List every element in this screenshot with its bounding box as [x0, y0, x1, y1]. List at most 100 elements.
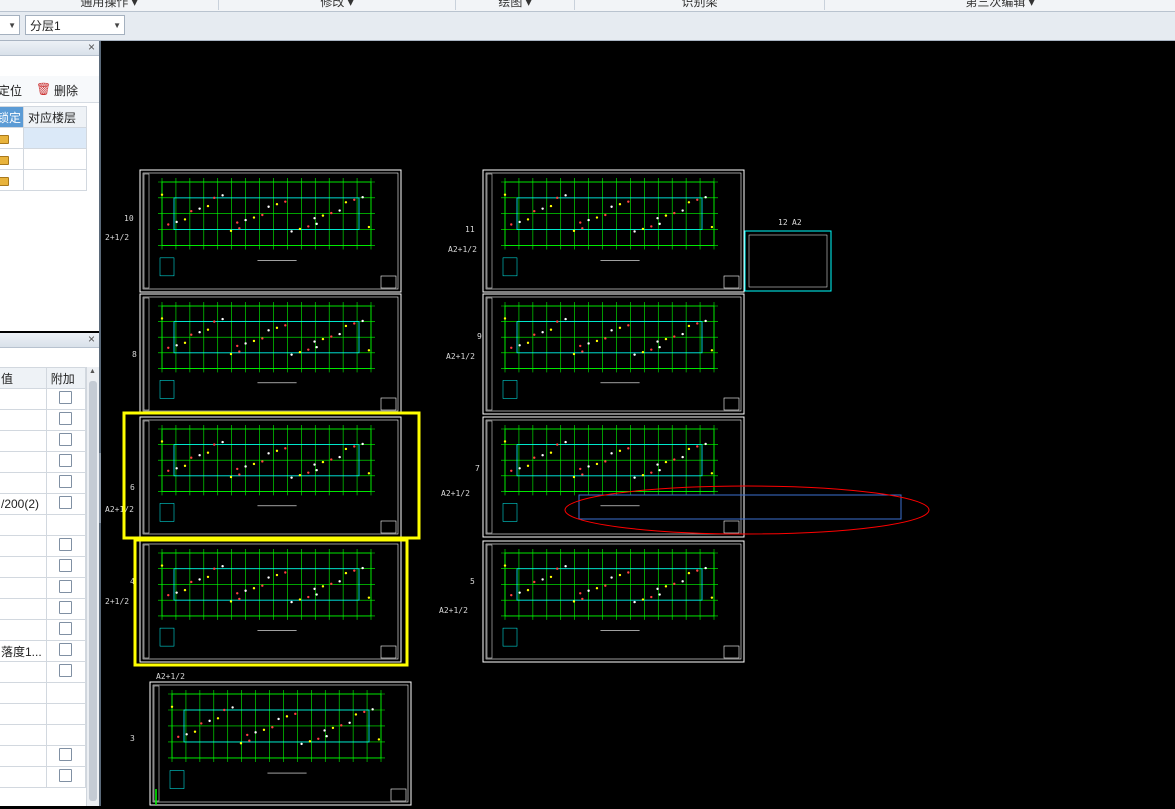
value-cell[interactable] [0, 766, 47, 788]
extra-cell[interactable] [45, 766, 86, 788]
table-row[interactable] [0, 451, 86, 473]
extra-checkbox[interactable] [59, 559, 73, 572]
extra-cell[interactable] [45, 577, 86, 599]
floor-cell[interactable] [23, 169, 88, 191]
table-row[interactable] [0, 430, 86, 452]
table-row[interactable] [0, 619, 86, 641]
table-row[interactable]: 落度1... [0, 640, 86, 662]
close-icon[interactable]: × [88, 333, 95, 346]
value-cell[interactable] [0, 409, 47, 431]
extra-checkbox[interactable] [59, 580, 73, 593]
table-row[interactable]: /200(2) [0, 493, 86, 515]
floor-cell[interactable] [23, 148, 88, 170]
extra-checkbox[interactable] [59, 769, 73, 782]
extra-cell[interactable] [45, 724, 86, 746]
value-cell[interactable] [0, 556, 47, 578]
lock-cell[interactable] [0, 127, 25, 149]
extra-checkbox[interactable] [59, 601, 73, 614]
extra-checkbox[interactable] [59, 538, 73, 551]
table-row[interactable] [0, 127, 88, 149]
table-row[interactable] [0, 598, 86, 620]
header-extra[interactable]: 附加 [45, 367, 86, 389]
vertical-scrollbar[interactable]: ▲ [86, 367, 99, 806]
cad-drawing[interactable]: 102+1/286A2+1/242+1/23A2+1/211A2+1/29A2+… [101, 41, 1175, 806]
extra-checkbox[interactable] [59, 454, 73, 467]
extra-cell[interactable] [45, 745, 86, 767]
extra-cell[interactable] [45, 556, 86, 578]
table-row[interactable] [0, 148, 88, 170]
close-icon[interactable]: × [88, 41, 95, 54]
value-cell[interactable] [0, 619, 47, 641]
extra-checkbox[interactable] [59, 748, 73, 761]
value-cell[interactable] [0, 745, 47, 767]
extra-cell[interactable] [45, 472, 86, 494]
extra-cell[interactable] [45, 619, 86, 641]
value-cell[interactable] [0, 577, 47, 599]
extra-checkbox[interactable] [59, 391, 73, 404]
value-cell[interactable] [0, 535, 47, 557]
extra-checkbox[interactable] [59, 622, 73, 635]
lock-cell[interactable] [0, 169, 25, 191]
value-cell[interactable]: 落度1... [0, 640, 47, 662]
delete-button[interactable]: 删除 [54, 82, 78, 99]
table-row[interactable] [0, 766, 86, 788]
extra-cell[interactable] [45, 451, 86, 473]
menu-modify[interactable]: 修改 ▾ [219, 0, 456, 10]
menu-draw[interactable]: 绘图 ▾ [456, 0, 575, 10]
value-cell[interactable] [0, 430, 47, 452]
extra-checkbox[interactable] [59, 496, 73, 509]
table-row[interactable] [0, 556, 86, 578]
layer-dropdown[interactable]: 分层1 ▼ [25, 15, 125, 35]
table-row[interactable] [0, 472, 86, 494]
value-cell[interactable] [0, 472, 47, 494]
scroll-up-icon[interactable]: ▲ [89, 368, 96, 375]
extra-cell[interactable] [45, 388, 86, 410]
floor-cell[interactable] [23, 127, 88, 149]
extra-cell[interactable] [45, 535, 86, 557]
extra-cell[interactable] [45, 430, 86, 452]
extra-checkbox[interactable] [59, 643, 73, 656]
table-row[interactable] [0, 169, 88, 191]
value-cell[interactable] [0, 661, 47, 683]
locate-button[interactable]: 定位 [0, 82, 22, 99]
table-row[interactable] [0, 745, 86, 767]
value-cell[interactable] [0, 451, 47, 473]
extra-cell[interactable] [45, 640, 86, 662]
table-row[interactable] [0, 724, 86, 746]
value-cell[interactable] [0, 598, 47, 620]
table-row[interactable] [0, 409, 86, 431]
extra-checkbox[interactable] [59, 433, 73, 446]
table-row[interactable] [0, 703, 86, 725]
extra-checkbox[interactable] [59, 475, 73, 488]
menu-third-edit[interactable]: 第三次编辑 ▾ [825, 0, 1175, 10]
table-row[interactable] [0, 388, 86, 410]
extra-cell[interactable] [45, 661, 86, 683]
value-cell[interactable]: /200(2) [0, 493, 47, 515]
header-value[interactable]: 值 [0, 367, 47, 389]
floor-dropdown[interactable]: ▼ [0, 15, 20, 35]
table-row[interactable] [0, 661, 86, 683]
cad-canvas[interactable]: 10 2+1/2 8 6 A2+1/2 4 2+1/2 3 A2+1/2 11 A2+1/2 9 A2+… [101, 41, 1175, 806]
extra-cell[interactable] [45, 409, 86, 431]
extra-cell[interactable] [45, 682, 86, 704]
value-cell[interactable] [0, 703, 47, 725]
table-row[interactable] [0, 577, 86, 599]
extra-cell[interactable] [45, 493, 86, 515]
menu-identify-beam[interactable]: 识别梁 [575, 0, 825, 10]
value-cell[interactable] [0, 514, 47, 536]
extra-cell[interactable] [45, 703, 86, 725]
extra-checkbox[interactable] [59, 412, 73, 425]
value-cell[interactable] [0, 724, 47, 746]
value-cell[interactable] [0, 682, 47, 704]
value-cell[interactable] [0, 388, 47, 410]
extra-checkbox[interactable] [59, 664, 73, 677]
header-floor[interactable]: 对应楼层 [23, 106, 88, 128]
menu-general-ops[interactable]: 通用操作 ▾ [0, 0, 219, 10]
extra-cell[interactable] [45, 598, 86, 620]
extra-cell[interactable] [45, 514, 86, 536]
table-row[interactable] [0, 682, 86, 704]
table-row[interactable] [0, 535, 86, 557]
table-row[interactable] [0, 514, 86, 536]
header-lock[interactable]: 锁定 [0, 106, 25, 128]
scroll-thumb[interactable] [89, 381, 97, 801]
